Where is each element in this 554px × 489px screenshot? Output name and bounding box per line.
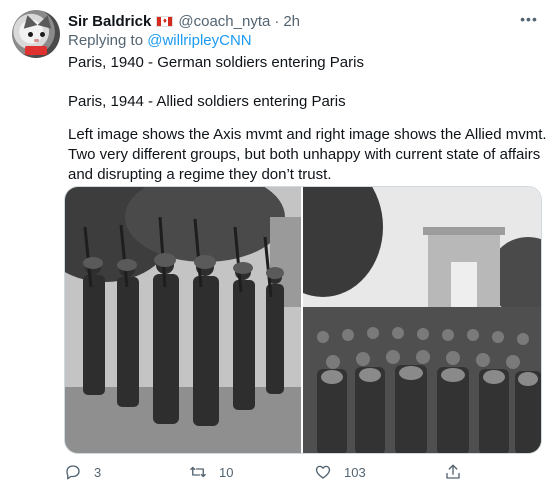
avatar[interactable] — [12, 10, 60, 58]
separator-dot: · — [274, 12, 280, 30]
avatar-ear-right — [37, 13, 55, 29]
avatar-eye-right — [40, 32, 45, 37]
replying-to: Replying to @willripleyCNN — [68, 32, 252, 49]
reply-count: 3 — [94, 464, 102, 480]
replying-mention-link[interactable]: @willripleyCNN — [147, 32, 251, 49]
timestamp[interactable]: 2h — [283, 13, 300, 30]
photo-1940-soldiers[interactable] — [65, 187, 301, 453]
retweet-icon — [190, 466, 206, 478]
user-handle[interactable]: @coach_nyta — [178, 13, 270, 30]
like-button[interactable]: 103 — [314, 462, 366, 482]
heart-icon — [315, 465, 331, 479]
like-count: 103 — [344, 464, 366, 480]
canada-flag-icon: ♦ — [156, 15, 174, 27]
more-horizontal-icon[interactable]: ••• — [514, 10, 544, 30]
reply-icon — [66, 465, 80, 480]
tweet-text-paragraph-3: Left image shows the Axis mvmt and right… — [68, 126, 547, 183]
share-button[interactable] — [444, 462, 462, 482]
share-icon — [446, 464, 460, 479]
reply-button[interactable]: 3 — [64, 462, 101, 482]
tweet-text-line-1: Paris, 1940 - German soldiers entering P… — [68, 54, 364, 71]
media-grid — [64, 186, 542, 454]
avatar-eye-left — [28, 32, 33, 37]
photo-1944-soldiers[interactable] — [303, 187, 541, 453]
photo-1940-drawing — [65, 187, 301, 453]
tweet[interactable]: Sir Baldrick ♦ @coach_nyta · 2h ••• Repl… — [0, 0, 554, 489]
tweet-text-line-2: Paris, 1944 - Allied soldiers entering P… — [68, 93, 346, 110]
avatar-ear-left — [20, 13, 38, 29]
tweet-header: Sir Baldrick ♦ @coach_nyta · 2h — [68, 11, 300, 31]
avatar-flag — [25, 46, 47, 55]
retweet-button[interactable]: 10 — [189, 462, 233, 482]
replying-prefix: Replying to — [68, 32, 144, 49]
retweet-count: 10 — [219, 464, 234, 480]
avatar-nose — [34, 39, 39, 42]
photo-1944-drawing — [303, 187, 541, 453]
display-name[interactable]: Sir Baldrick — [68, 13, 151, 30]
tweet-actions: 3 10 103 — [64, 462, 494, 482]
